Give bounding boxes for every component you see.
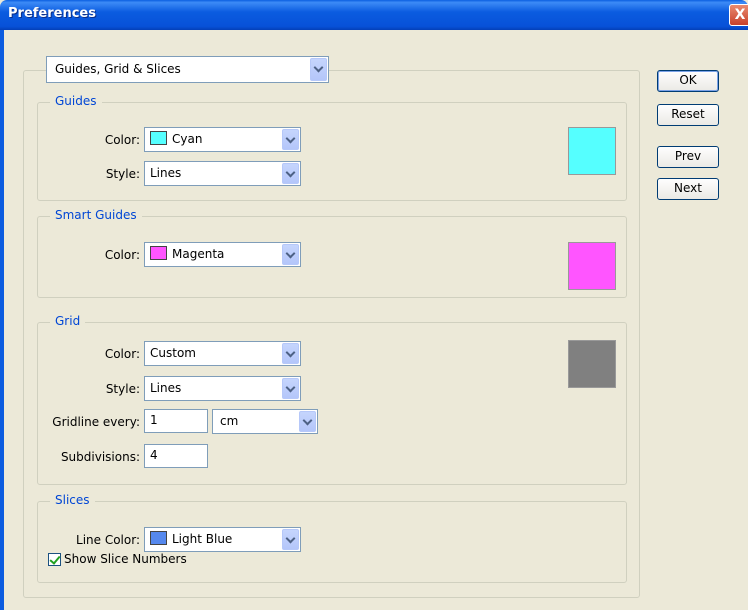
- title-bar: Preferences X: [0, 0, 748, 30]
- smart-guides-color-value: Magenta: [172, 247, 225, 261]
- chevron-down-icon[interactable]: [310, 58, 327, 81]
- slices-legend: Slices: [50, 493, 95, 507]
- subdivisions-value: 4: [150, 448, 158, 462]
- ok-button[interactable]: OK: [657, 70, 719, 92]
- gridline-unit-select[interactable]: cm: [212, 409, 318, 434]
- guides-color-value: Cyan: [172, 132, 203, 146]
- grid-color-label: Color:: [104, 347, 140, 361]
- panel-select[interactable]: Guides, Grid & Slices: [46, 56, 329, 83]
- chevron-down-icon[interactable]: [282, 529, 299, 550]
- guides-legend: Guides: [50, 94, 102, 108]
- guides-style-select[interactable]: Lines: [144, 161, 301, 186]
- smart-guides-color-label: Color:: [104, 248, 140, 262]
- smart-guides-color-select[interactable]: Magenta: [144, 242, 301, 267]
- guides-group: Guides: [37, 94, 627, 201]
- prev-button[interactable]: Prev: [657, 146, 719, 168]
- panel-select-value: Guides, Grid & Slices: [55, 62, 181, 76]
- slices-color-swatch-small: [150, 531, 167, 545]
- chevron-down-icon[interactable]: [282, 244, 299, 265]
- grid-style-label: Style:: [105, 382, 140, 396]
- close-button[interactable]: X: [729, 4, 748, 26]
- subdivisions-label: Subdivisions:: [60, 450, 140, 464]
- chevron-down-icon[interactable]: [282, 378, 299, 399]
- gridline-every-label: Gridline every:: [52, 415, 140, 429]
- next-button[interactable]: Next: [657, 178, 719, 200]
- smart-guides-color-swatch-small: [150, 246, 167, 260]
- grid-style-select[interactable]: Lines: [144, 376, 301, 401]
- chevron-down-icon[interactable]: [282, 129, 299, 150]
- chevron-down-icon[interactable]: [282, 163, 299, 184]
- smart-guides-legend: Smart Guides: [50, 208, 142, 222]
- show-slice-numbers-label: Show Slice Numbers: [64, 552, 187, 566]
- grid-color-select[interactable]: Custom: [144, 341, 301, 366]
- guides-style-label: Style:: [105, 167, 140, 181]
- grid-color-swatch[interactable]: [568, 340, 616, 388]
- grid-legend: Grid: [50, 314, 86, 328]
- guides-color-select[interactable]: Cyan: [144, 127, 301, 152]
- gridline-every-value: 1: [150, 413, 158, 427]
- guides-style-value: Lines: [150, 166, 182, 180]
- grid-style-value: Lines: [150, 381, 182, 395]
- subdivisions-input[interactable]: 4: [144, 444, 208, 468]
- gridline-unit-value: cm: [220, 414, 239, 428]
- close-icon: X: [734, 7, 746, 23]
- gridline-every-input[interactable]: 1: [144, 409, 208, 433]
- grid-color-value: Custom: [150, 346, 196, 360]
- slices-line-color-value: Light Blue: [172, 532, 233, 546]
- guides-color-swatch[interactable]: [568, 127, 616, 175]
- chevron-down-icon[interactable]: [282, 343, 299, 364]
- slices-line-color-select[interactable]: Light Blue: [144, 527, 301, 552]
- guides-color-swatch-small: [150, 131, 167, 145]
- window-title: Preferences: [8, 6, 96, 21]
- smart-guides-color-swatch[interactable]: [568, 242, 616, 290]
- show-slice-numbers-checkbox[interactable]: [48, 553, 61, 566]
- guides-color-label: Color:: [104, 133, 140, 147]
- reset-button[interactable]: Reset: [657, 104, 719, 126]
- slices-line-color-label: Line Color:: [76, 533, 140, 547]
- window-border: [0, 30, 4, 610]
- chevron-down-icon[interactable]: [299, 411, 316, 432]
